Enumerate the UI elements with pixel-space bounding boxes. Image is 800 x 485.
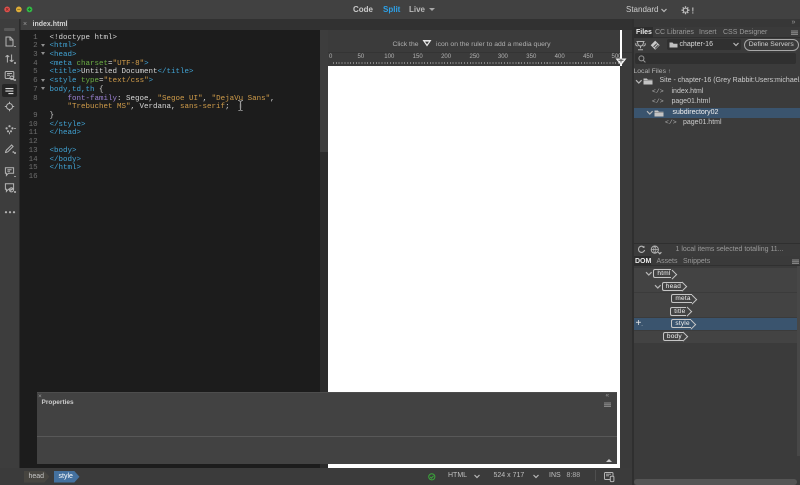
svg-text:!: !	[692, 6, 695, 15]
